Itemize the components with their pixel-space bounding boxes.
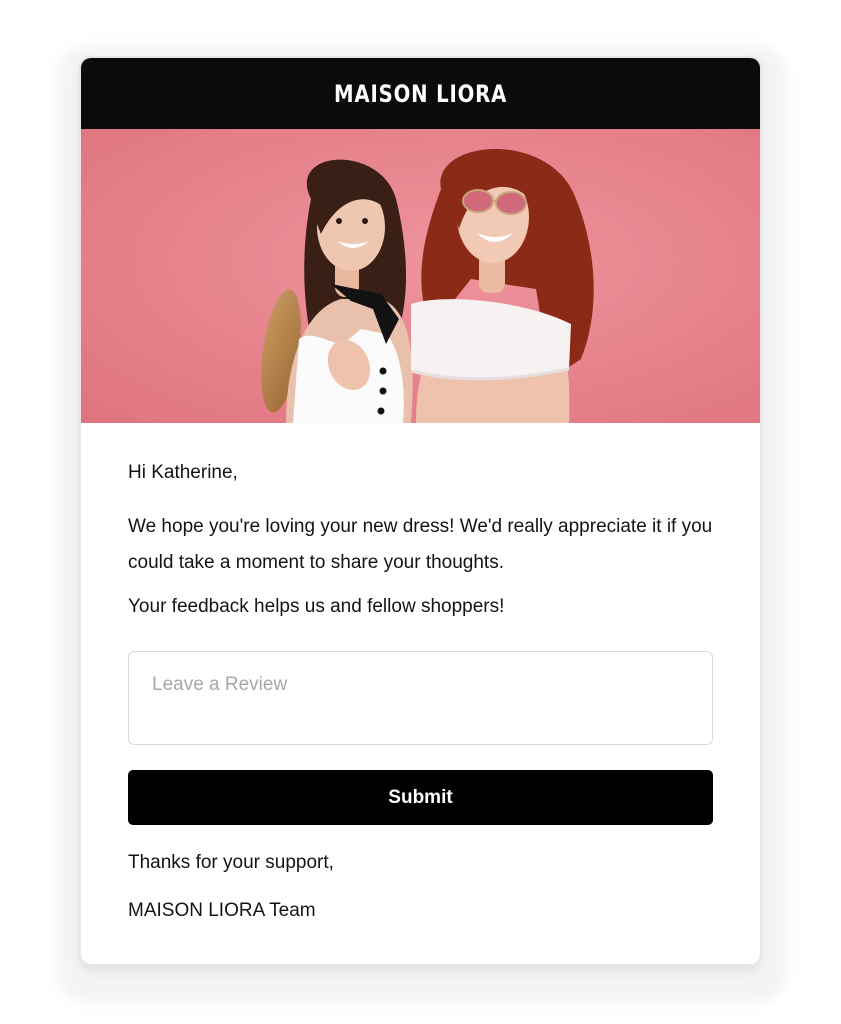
review-request-email-card: MAISON LIORA Hi Katherine, We hope you'r… — [81, 58, 760, 964]
hero-image — [81, 129, 760, 423]
greeting-text: Hi Katherine, — [128, 462, 238, 483]
message-body: We hope you're loving your new dress! We… — [128, 516, 713, 573]
review-input[interactable] — [128, 651, 713, 745]
submit-button[interactable]: Submit — [128, 770, 713, 825]
hero-photo-illustration — [81, 129, 760, 423]
email-content: Hi Katherine, We hope you're loving your… — [81, 423, 760, 925]
feedback-tagline: Your feedback helps us and fellow shoppe… — [128, 596, 505, 617]
signoff-text: Thanks for your support, — [128, 852, 334, 873]
brand-logo-text: MAISON LIORA — [333, 79, 508, 108]
team-signature: MAISON LIORA Team — [128, 900, 316, 921]
brand-header: MAISON LIORA — [81, 58, 760, 129]
